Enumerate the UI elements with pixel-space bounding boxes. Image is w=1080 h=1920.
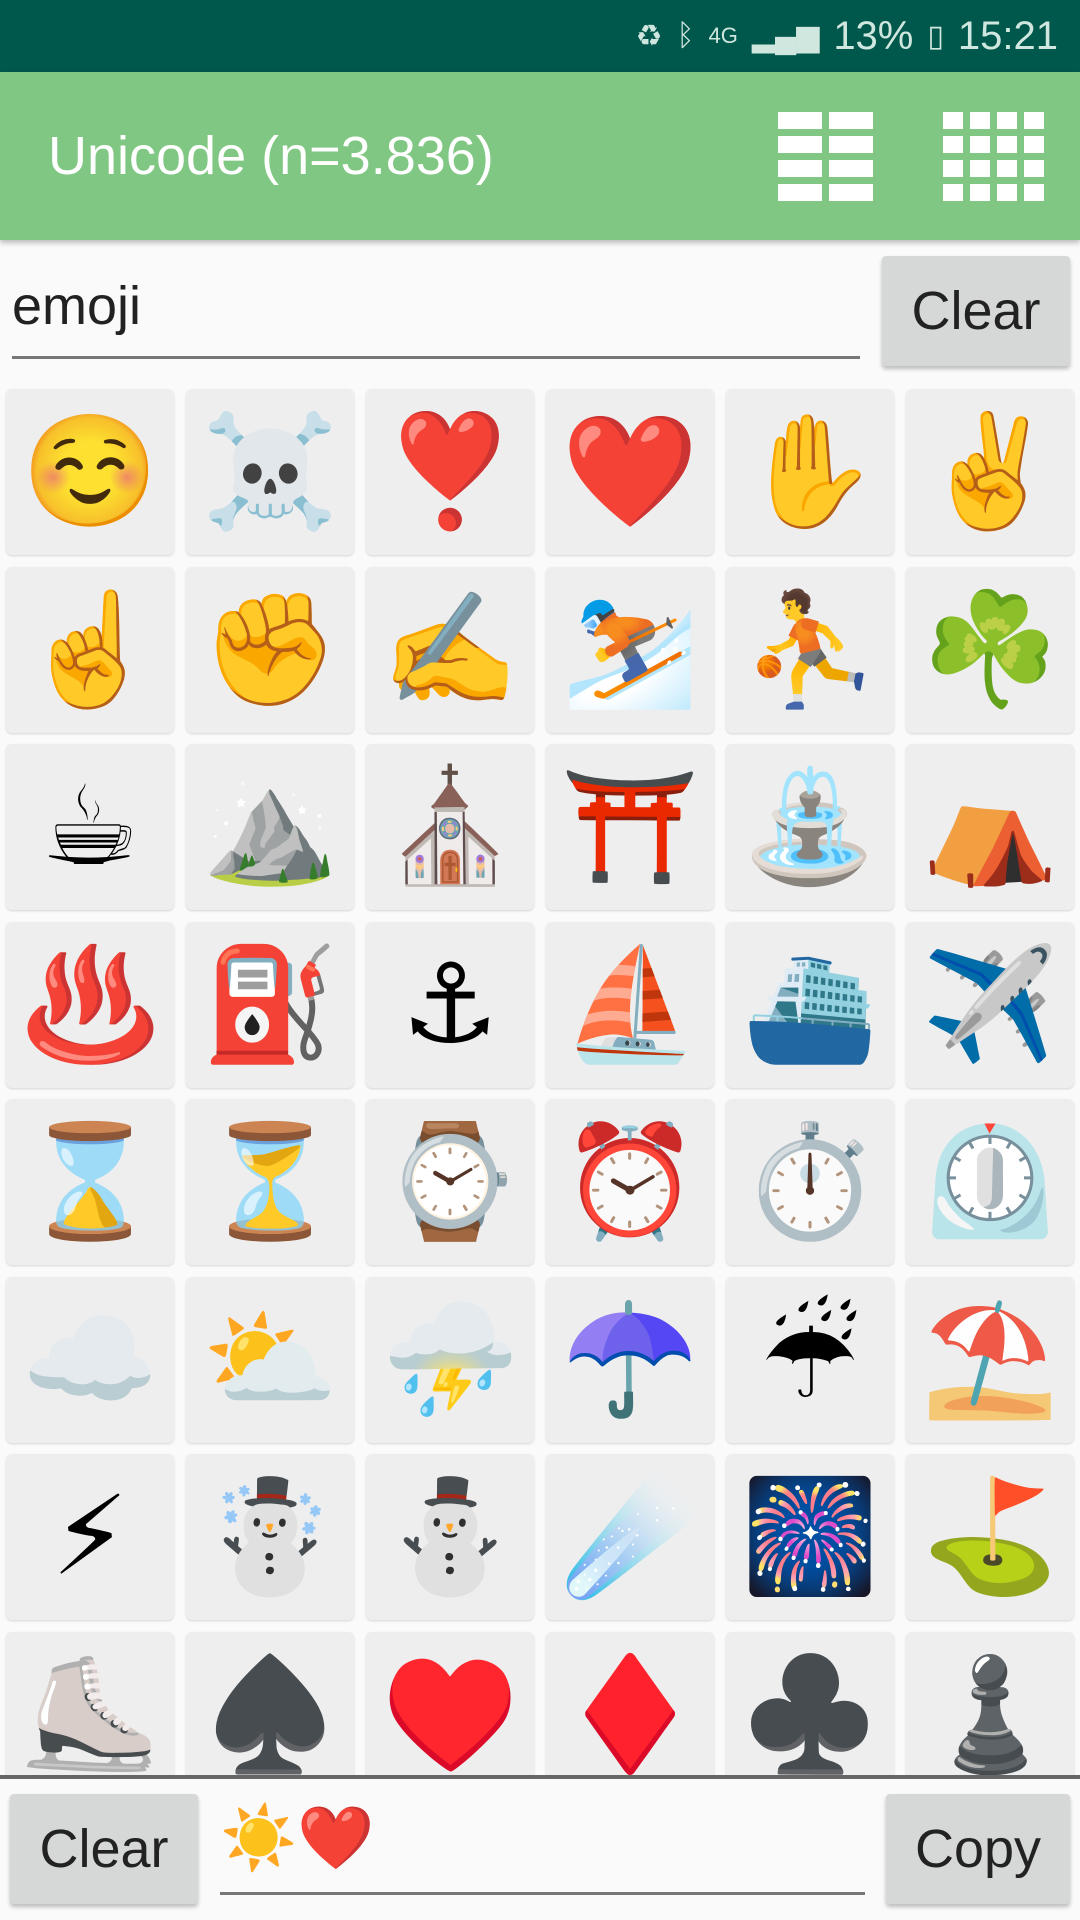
emoji-cell[interactable]: ⛰️ [186,744,354,910]
emoji-cell[interactable]: ⌛ [6,1099,174,1265]
emoji-cell[interactable]: ☘️ [906,566,1074,733]
emoji-cell[interactable]: ⛈️ [366,1276,534,1443]
battery-icon: ▯ [927,19,944,53]
divider [0,1775,1080,1779]
emoji-cell[interactable]: ⌚ [366,1099,534,1265]
emoji-cell[interactable]: ⛲ [726,744,894,910]
battery-saver-icon: ♻ [635,19,663,53]
emoji-cell[interactable]: ♨️ [6,921,174,1088]
emoji-cell[interactable]: ♠️ [186,1631,354,1775]
emoji-cell[interactable]: ❤️ [546,389,714,555]
emoji-cell[interactable]: ✋ [726,389,894,555]
emoji-cell[interactable]: ⛴️ [726,921,894,1088]
bluetooth-icon: ᛒ [676,19,695,52]
emoji-cell[interactable]: ✊ [186,566,354,733]
emoji-cell[interactable]: ⏳ [186,1099,354,1265]
emoji-cell[interactable]: ⚡ [6,1454,174,1620]
emoji-cell[interactable]: ⛹️ [726,566,894,733]
emoji-cell[interactable]: ⛸️ [6,1631,174,1775]
emoji-cell[interactable]: ✍️ [366,566,534,733]
emoji-cell[interactable]: ⛄ [366,1454,534,1620]
emoji-cell[interactable]: ⛪ [366,744,534,910]
emoji-cell[interactable]: ⛱️ [906,1276,1074,1443]
emoji-cell[interactable]: ⏲️ [906,1099,1074,1265]
emoji-cell[interactable]: ♥️ [366,1631,534,1775]
output-field[interactable]: ☀️❤️ [220,1785,865,1895]
emoji-cell[interactable]: ☄️ [546,1454,714,1620]
emoji-cell[interactable]: ❣️ [366,389,534,555]
emoji-cell[interactable]: ⏰ [546,1099,714,1265]
clear-output-button[interactable]: Clear [10,1794,198,1904]
signal-icon: ▂▄▆ [751,19,820,53]
emoji-cell[interactable]: ☔ [726,1276,894,1443]
emoji-cell[interactable]: ☂️ [546,1276,714,1443]
grid-4-columns-icon[interactable] [943,111,1044,201]
emoji-cell[interactable]: ⛺ [906,744,1074,910]
app-bar: Unicode (n=3.836) [0,72,1080,240]
4g-icon: 4G [708,23,738,48]
emoji-cell[interactable]: ♦️ [546,1631,714,1775]
battery-percent: 13% [833,13,914,58]
emoji-cell[interactable]: ✌️ [906,389,1074,555]
copy-button[interactable]: Copy [886,1794,1070,1904]
emoji-cell[interactable]: ⚓ [366,921,534,1088]
emoji-grid: ☺️ ☠️ ❣️ ❤️ ✋ ✌️ ☝️ ✊ ✍️ ⛷️ ⛹️ ☘️ ☕ ⛰️ ⛪ ⛩️ ⛲ ⛺ ♨️ ⛽ ⚓ ⛵ ⛴️ ✈️ ⌛… [0,385,1080,1775]
emoji-cell[interactable]: ☝️ [6,566,174,733]
emoji-cell[interactable]: ⛳ [906,1454,1074,1620]
grid-2-columns-icon[interactable] [778,111,873,201]
emoji-cell[interactable]: ♣️ [726,1631,894,1775]
emoji-cell[interactable]: ⛩️ [546,744,714,910]
emoji-cell[interactable]: ✈️ [906,921,1074,1088]
emoji-cell[interactable]: ⛅ [186,1276,354,1443]
emoji-cell[interactable]: ☁️ [6,1276,174,1443]
emoji-cell[interactable]: ☠️ [186,389,354,555]
clear-search-button[interactable]: Clear [882,256,1070,366]
emoji-cell[interactable]: ⛷️ [546,566,714,733]
search-input[interactable] [12,255,860,359]
clock: 15:21 [957,13,1058,58]
emoji-cell[interactable]: ⛵ [546,921,714,1088]
emoji-cell[interactable]: ☕ [6,744,174,910]
page-title: Unicode (n=3.836) [48,126,494,186]
emoji-cell[interactable]: ⏱️ [726,1099,894,1265]
emoji-cell[interactable]: ♟️ [906,1631,1074,1775]
emoji-cell[interactable]: 🎆 [726,1454,894,1620]
status-bar: ♻ ᛒ 4G ▂▄▆ 13% ▯ 15:21 [0,0,1080,72]
emoji-cell[interactable]: ☺️ [6,389,174,555]
emoji-cell[interactable]: ☃️ [186,1454,354,1620]
emoji-cell[interactable]: ⛽ [186,921,354,1088]
